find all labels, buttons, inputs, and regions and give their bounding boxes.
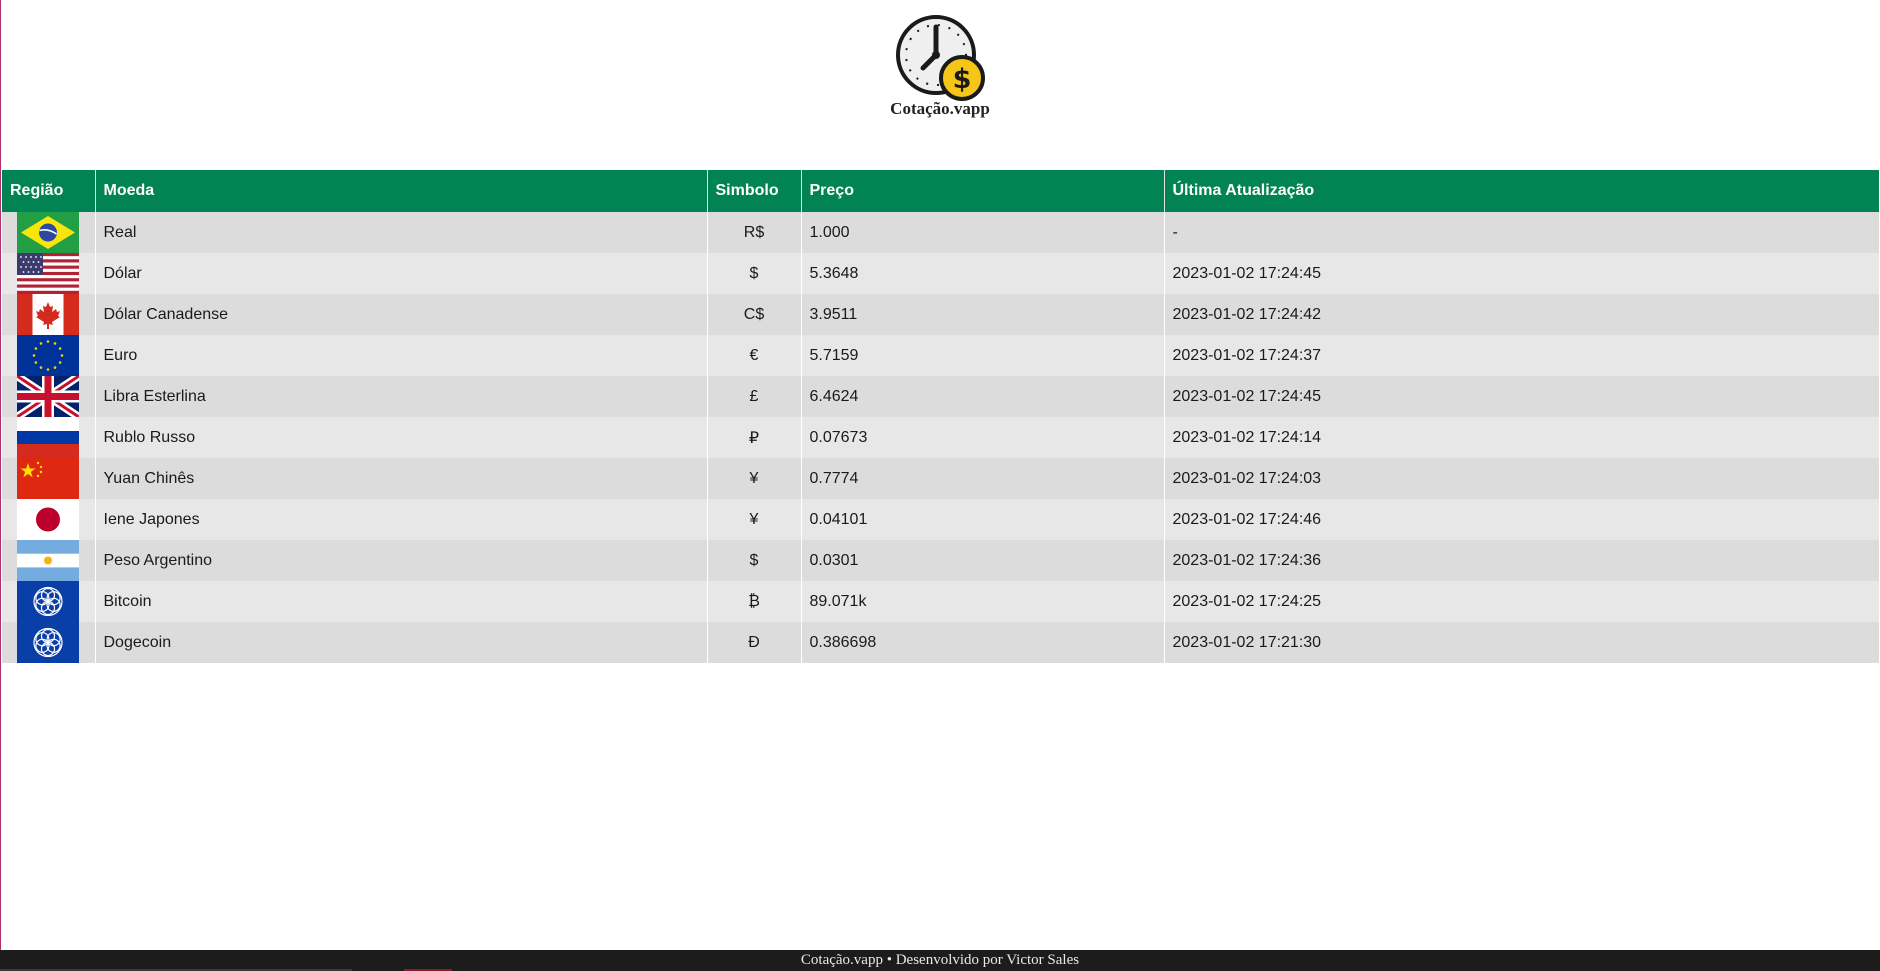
column-header-currency: Moeda bbox=[95, 170, 708, 212]
currency-symbol: € bbox=[707, 335, 802, 376]
last-update: 2023-01-02 17:24:45 bbox=[1172, 387, 1322, 405]
currency-symbol: R$ bbox=[707, 212, 802, 253]
currency-price: 0.7774 bbox=[801, 458, 1165, 499]
table-row: Euro € 5.7159 2023-01-02 17:24:37 bbox=[2, 335, 1879, 376]
region-cell bbox=[2, 581, 96, 622]
currency-name: Real bbox=[95, 212, 708, 253]
last-update: 2023-01-02 17:21:30 bbox=[1172, 633, 1322, 651]
region-cell bbox=[2, 335, 96, 376]
currency-symbol: ¥ bbox=[707, 458, 802, 499]
currency-name: Dólar bbox=[95, 253, 708, 294]
last-update: 2023-01-02 17:24:37 bbox=[1172, 346, 1322, 364]
footer-text: Cotação.vapp • Desenvolvido por Victor S… bbox=[800, 952, 1080, 968]
last-update: 2023-01-02 17:24:42 bbox=[1172, 305, 1322, 323]
currency-price: 0.07673 bbox=[801, 417, 1165, 458]
currency-symbol: ¥ bbox=[707, 499, 802, 540]
last-update: - bbox=[1172, 223, 1178, 241]
table-row: Real R$ 1.000 - bbox=[2, 212, 1879, 253]
column-header-price: Preço bbox=[801, 170, 1165, 212]
table-row: Dólar Canadense C$ 3.9511 2023-01-02 17:… bbox=[2, 294, 1879, 335]
crypto-emblem-icon bbox=[17, 622, 79, 663]
currency-symbol: Ð bbox=[707, 622, 802, 663]
currency-price: 6.4624 bbox=[801, 376, 1165, 417]
region-cell bbox=[2, 499, 96, 540]
region-cell bbox=[2, 622, 96, 663]
region-cell bbox=[2, 376, 96, 417]
page-footer: Cotação.vapp • Desenvolvido por Victor S… bbox=[0, 950, 1880, 971]
currency-price: 89.071k bbox=[801, 581, 1165, 622]
currency-symbol: ₿ bbox=[707, 581, 802, 622]
china-flag-icon bbox=[17, 458, 79, 499]
currency-symbol: £ bbox=[707, 376, 802, 417]
currency-name: Rublo Russo bbox=[95, 417, 708, 458]
currency-name: Dogecoin bbox=[95, 622, 708, 663]
currency-name: Peso Argentino bbox=[95, 540, 708, 581]
last-update: 2023-01-02 17:24:03 bbox=[1172, 469, 1322, 487]
table-row: Dólar $ 5.3648 2023-01-02 17:24:45 bbox=[2, 253, 1879, 294]
uk-flag-icon bbox=[17, 376, 79, 417]
table-row: Yuan Chinês ¥ 0.7774 2023-01-02 17:24:03 bbox=[2, 458, 1879, 499]
region-cell bbox=[2, 253, 96, 294]
crypto-emblem-icon bbox=[17, 581, 79, 622]
region-cell bbox=[2, 417, 96, 458]
currency-symbol: ₽ bbox=[707, 417, 802, 458]
last-update: 2023-01-02 17:24:46 bbox=[1172, 510, 1322, 528]
argentina-flag-icon bbox=[17, 540, 79, 581]
column-header-last-update: Última Atualização bbox=[1164, 170, 1879, 212]
currency-symbol: C$ bbox=[707, 294, 802, 335]
clock-coin-logo-icon: $ bbox=[896, 15, 985, 101]
svg-text:$: $ bbox=[953, 64, 972, 95]
region-cell bbox=[2, 540, 96, 581]
table-row: Dogecoin Ð 0.386698 2023-01-02 17:21:30 bbox=[2, 622, 1879, 663]
last-update: 2023-01-02 17:24:25 bbox=[1172, 592, 1322, 610]
usa-flag-icon bbox=[17, 253, 79, 294]
currency-price: 5.7159 bbox=[801, 335, 1165, 376]
currency-name: Iene Japones bbox=[95, 499, 708, 540]
app-title: Cotação.vapp bbox=[890, 99, 990, 118]
column-header-region: Região bbox=[2, 170, 96, 212]
currency-price: 3.9511 bbox=[801, 294, 1165, 335]
region-cell bbox=[2, 458, 96, 499]
currency-price: 0.0301 bbox=[801, 540, 1165, 581]
currency-price: 0.386698 bbox=[801, 622, 1165, 663]
column-header-symbol: Simbolo bbox=[707, 170, 802, 212]
currency-price: 0.04101 bbox=[801, 499, 1165, 540]
app-header: $ Cotação.vapp bbox=[0, 0, 1880, 160]
table-row: Iene Japones ¥ 0.04101 2023-01-02 17:24:… bbox=[2, 499, 1879, 540]
table-row: Bitcoin ₿ 89.071k 2023-01-02 17:24:25 bbox=[2, 581, 1879, 622]
russia-flag-icon bbox=[17, 417, 79, 458]
region-cell bbox=[2, 294, 96, 335]
japan-flag-icon bbox=[17, 499, 79, 540]
currency-table: Região Moeda Simbolo Preço Última Atuali… bbox=[2, 170, 1879, 663]
currency-name: Euro bbox=[95, 335, 708, 376]
currency-symbol: $ bbox=[707, 540, 802, 581]
currency-price: 1.000 bbox=[801, 212, 1165, 253]
last-update: 2023-01-02 17:24:36 bbox=[1172, 551, 1322, 569]
currency-name: Dólar Canadense bbox=[95, 294, 708, 335]
eu-flag-icon bbox=[17, 335, 79, 376]
table-header-row: Região Moeda Simbolo Preço Última Atuali… bbox=[2, 170, 1879, 212]
currency-symbol: $ bbox=[707, 253, 802, 294]
currency-name: Yuan Chinês bbox=[95, 458, 708, 499]
last-update: 2023-01-02 17:24:14 bbox=[1172, 428, 1322, 446]
currency-name: Libra Esterlina bbox=[95, 376, 708, 417]
last-update: 2023-01-02 17:24:45 bbox=[1172, 264, 1322, 282]
currency-name: Bitcoin bbox=[95, 581, 708, 622]
table-row: Rublo Russo ₽ 0.07673 2023-01-02 17:24:1… bbox=[2, 417, 1879, 458]
region-cell bbox=[2, 212, 96, 253]
canada-flag-icon bbox=[17, 294, 79, 335]
table-row: Peso Argentino $ 0.0301 2023-01-02 17:24… bbox=[2, 540, 1879, 581]
brazil-flag-icon bbox=[17, 212, 79, 253]
table-row: Libra Esterlina £ 6.4624 2023-01-02 17:2… bbox=[2, 376, 1879, 417]
currency-price: 5.3648 bbox=[801, 253, 1165, 294]
